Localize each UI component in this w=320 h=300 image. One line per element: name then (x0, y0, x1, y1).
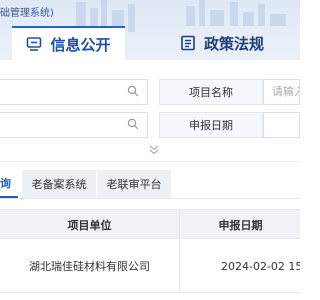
tab-policies-regulations[interactable]: 政策法规 (172, 26, 272, 60)
tab-information-disclosure[interactable]: 信息公开 (12, 26, 125, 60)
system-title: 础管理系统) (0, 8, 54, 19)
cell-declare-date: 2024-02-02 15:05 (221, 259, 300, 273)
search-input-2[interactable] (0, 112, 148, 138)
filter-row-1: 项目名称 请输入 (0, 79, 300, 105)
project-name-input[interactable]: 请输入 (263, 79, 300, 105)
search-icon (127, 85, 139, 97)
search-input-1[interactable] (0, 79, 148, 105)
monitor-icon (27, 37, 42, 51)
header-banner: 础管理系统) 信息公开 政策法规 (0, 0, 300, 60)
expand-chevron-icon[interactable] (148, 144, 160, 156)
column-header-project-unit[interactable]: 项目单位 (0, 210, 180, 240)
subtab-old-joint-review-platform[interactable]: 老联审平台 (97, 170, 171, 198)
tab-divider (0, 198, 300, 199)
table-header: 项目单位 申报日期 (0, 209, 300, 240)
subtab-query[interactable]: 询 (0, 170, 18, 198)
column-header-declare-date[interactable]: 申报日期 (181, 210, 300, 240)
tab-label: 政策法规 (203, 34, 264, 53)
table-row[interactable]: 湖北瑞佳硅材料有限公司 2024-02-02 15:05 (0, 239, 300, 293)
project-name-label: 项目名称 (159, 79, 263, 105)
filter-row-2: 申报日期 (0, 112, 300, 138)
subtab-old-filing-system[interactable]: 老备案系统 (22, 170, 96, 198)
divider (0, 161, 300, 162)
document-icon (181, 35, 195, 51)
declare-date-input[interactable] (263, 112, 300, 138)
search-icon (127, 118, 139, 130)
tab-label: 信息公开 (50, 35, 111, 54)
cell-project-unit: 湖北瑞佳硅材料有限公司 (0, 239, 180, 293)
declare-date-label: 申报日期 (159, 112, 263, 138)
